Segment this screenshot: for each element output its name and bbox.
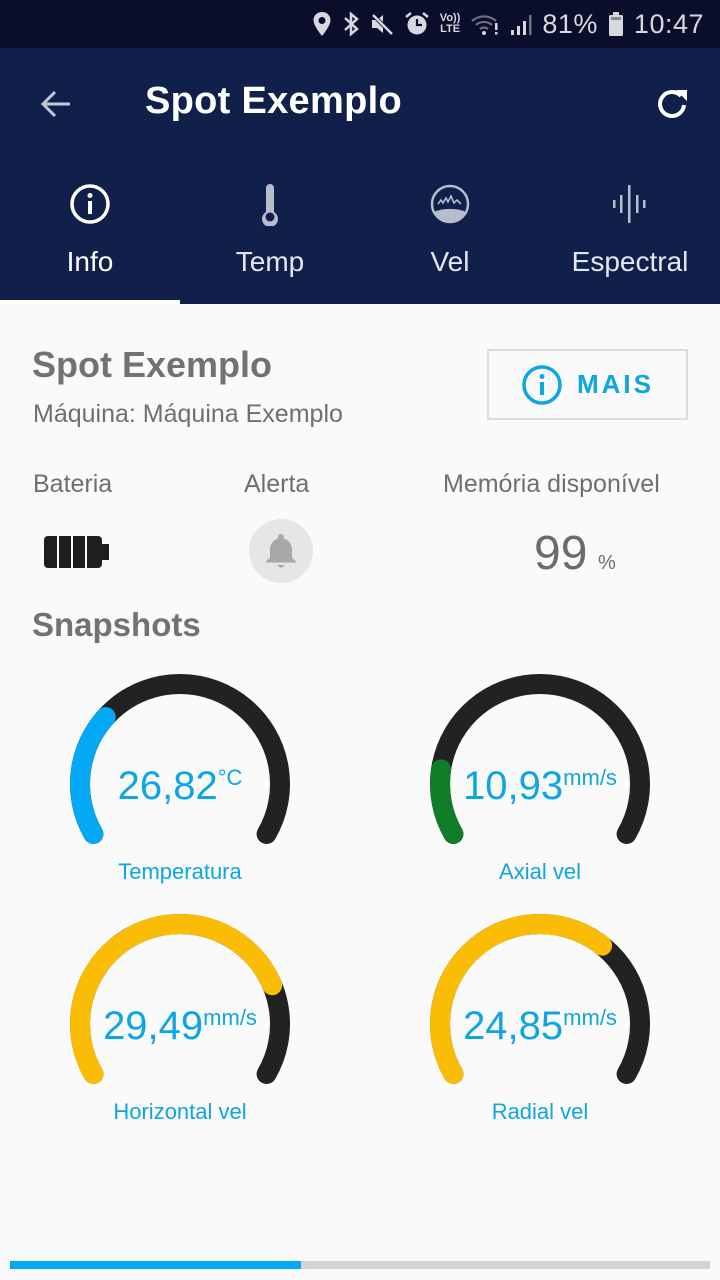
signal-icon bbox=[510, 10, 532, 38]
tab-bar: Info Temp Vel Espectral bbox=[0, 172, 720, 304]
info-icon bbox=[522, 364, 562, 405]
velocity-icon bbox=[429, 182, 471, 226]
arrow-left-icon bbox=[40, 90, 70, 118]
alert-indicator[interactable] bbox=[249, 519, 313, 583]
tab-label: Temp bbox=[235, 246, 305, 277]
gauge-temperatura: 26,82°C Temperatura bbox=[70, 674, 310, 894]
memory-unit: % bbox=[598, 552, 616, 574]
gauge-label: Axial vel bbox=[499, 859, 581, 884]
spectrum-icon bbox=[610, 182, 650, 226]
snapshots-title: Snapshots bbox=[32, 606, 201, 643]
tab-info[interactable]: Info bbox=[0, 172, 180, 304]
volte-icon: Vo)) LTE bbox=[439, 12, 461, 35]
gauge-horizontal-vel: 29,49mm/s Horizontal vel bbox=[70, 914, 310, 1134]
bell-icon bbox=[266, 534, 296, 568]
gauge-value: 29,49mm/s bbox=[103, 1004, 257, 1048]
gauge-label: Horizontal vel bbox=[113, 1099, 247, 1124]
location-icon bbox=[312, 10, 332, 38]
alarm-icon bbox=[404, 10, 430, 38]
bluetooth-icon bbox=[342, 10, 360, 38]
more-button-label: MAIS bbox=[577, 369, 654, 399]
thermometer-icon bbox=[258, 182, 282, 226]
tab-label: Vel bbox=[430, 246, 470, 277]
gauge-track bbox=[70, 674, 290, 844]
status-bar: Vo)) LTE 81% 10:47 bbox=[0, 0, 720, 48]
memory-label: Memória disponível bbox=[443, 470, 660, 498]
gauge-value: 10,93mm/s bbox=[463, 764, 617, 808]
page-progress-bar bbox=[10, 1261, 710, 1269]
clock: 10:47 bbox=[633, 8, 704, 39]
battery-status-icon bbox=[608, 10, 624, 38]
page-title: Spot Exemplo bbox=[145, 80, 402, 122]
refresh-icon bbox=[658, 90, 687, 118]
app-bar: Spot Exemplo Info Temp Vel Espectral bbox=[0, 48, 720, 304]
wifi-icon bbox=[470, 10, 500, 38]
tab-espectral[interactable]: Espectral bbox=[540, 172, 720, 304]
more-info-button[interactable]: MAIS bbox=[487, 349, 688, 420]
tab-vel[interactable]: Vel bbox=[360, 172, 540, 304]
info-icon bbox=[69, 182, 111, 226]
back-button[interactable] bbox=[36, 84, 76, 124]
mute-icon bbox=[370, 10, 394, 38]
memory-value: 99 bbox=[534, 527, 588, 580]
info-content: Spot Exemplo Máquina: Máquina Exemplo MA… bbox=[0, 304, 720, 1280]
battery-percent: 81% bbox=[542, 8, 598, 39]
gauge-value: 26,82°C bbox=[117, 764, 243, 808]
refresh-button[interactable] bbox=[652, 84, 692, 124]
device-name: Spot Exemplo bbox=[32, 344, 273, 385]
gauge-value: 24,85mm/s bbox=[463, 1004, 617, 1048]
battery-icon bbox=[43, 534, 111, 575]
gauge-fill bbox=[430, 914, 613, 1084]
machine-name: Máquina: Máquina Exemplo bbox=[33, 400, 343, 428]
gauge-track bbox=[430, 674, 650, 844]
tab-temp[interactable]: Temp bbox=[180, 172, 360, 304]
alert-label: Alerta bbox=[244, 470, 310, 498]
gauge-axial-vel: 10,93mm/s Axial vel bbox=[430, 674, 670, 894]
gauge-fill bbox=[70, 914, 283, 1084]
tab-label: Espectral bbox=[571, 246, 689, 277]
gauge-radial-vel: 24,85mm/s Radial vel bbox=[430, 914, 670, 1134]
gauge-label: Radial vel bbox=[491, 1099, 589, 1124]
battery-label: Bateria bbox=[33, 470, 113, 498]
tab-label: Info bbox=[66, 246, 114, 277]
gauge-label: Temperatura bbox=[118, 859, 242, 884]
page-progress-fill bbox=[10, 1261, 301, 1269]
